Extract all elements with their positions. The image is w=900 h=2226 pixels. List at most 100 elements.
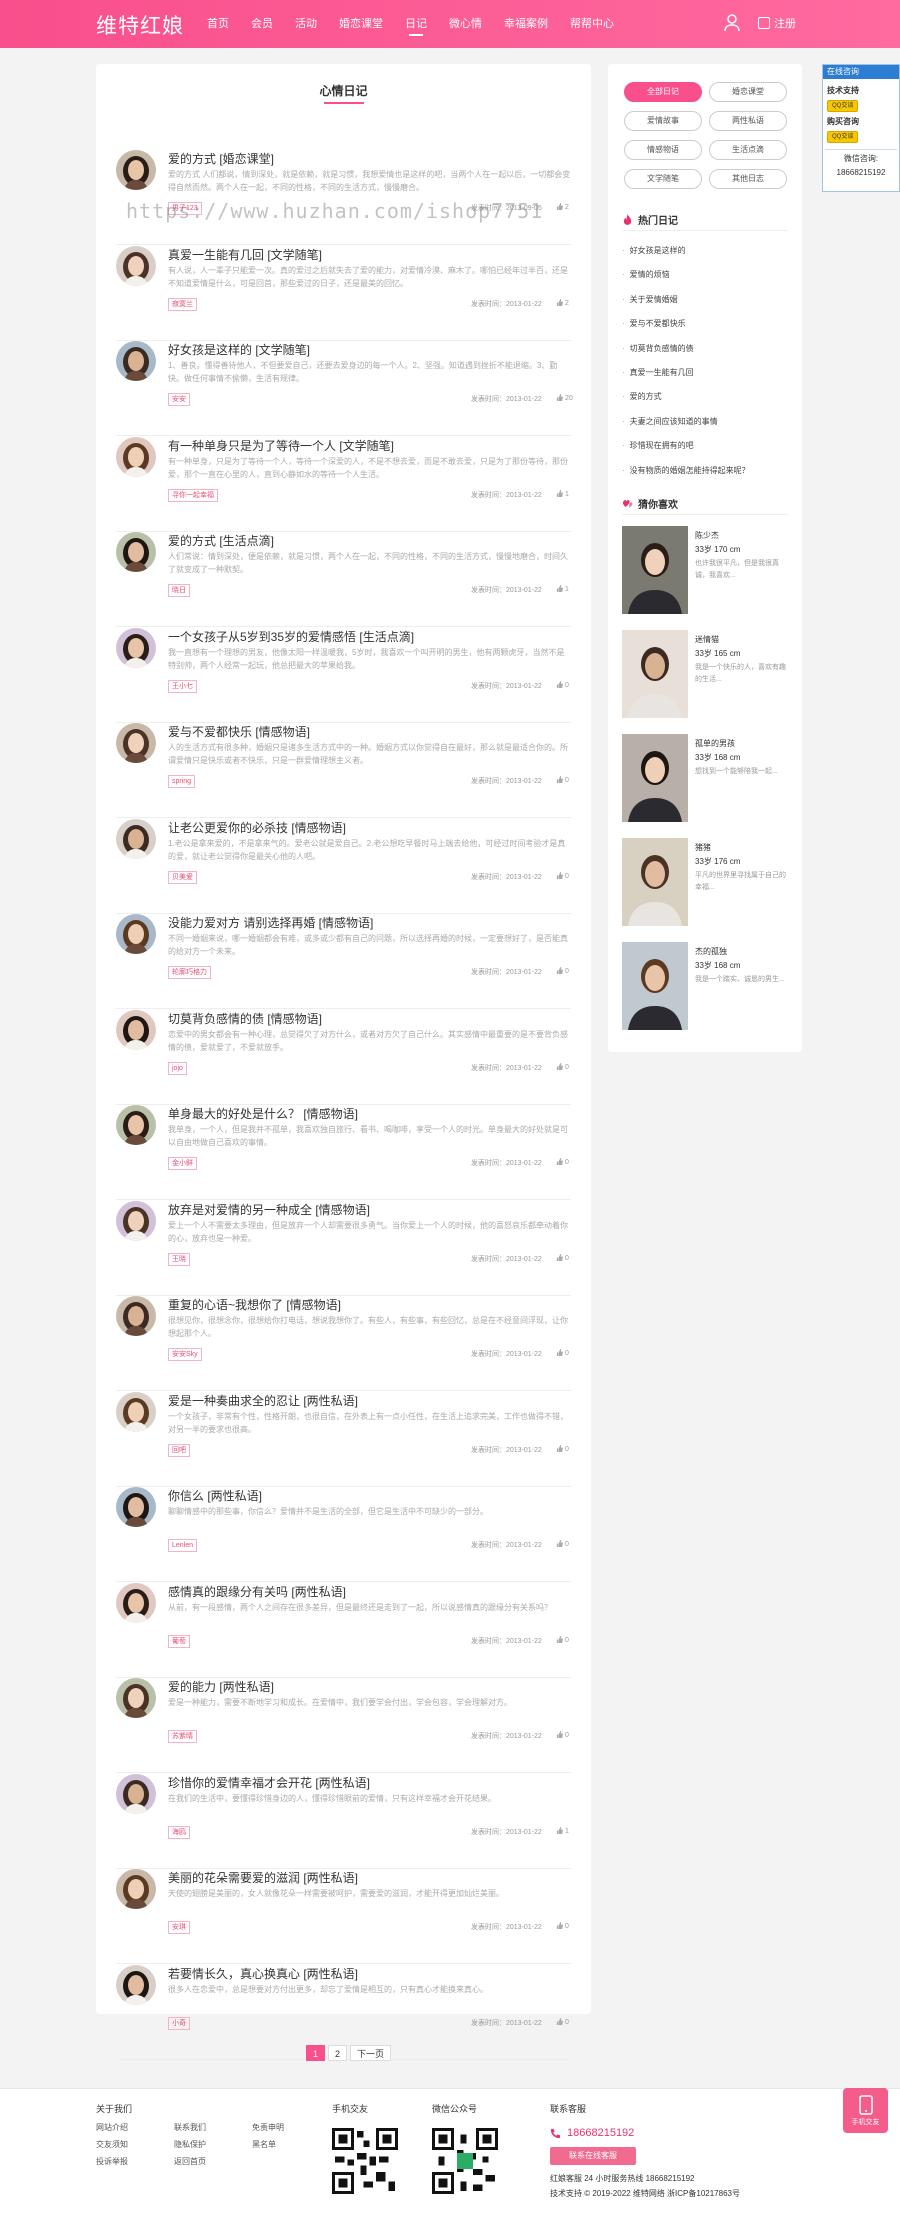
category-button[interactable]: 情感物语 (624, 140, 702, 160)
footer-link[interactable]: 隐私保护 (174, 2139, 206, 2150)
entry-title[interactable]: 若要情长久，真心换真心 [两性私语] (168, 1965, 358, 1982)
author-tag[interactable]: jojo (168, 1061, 187, 1075)
hot-diary-item[interactable]: 没有物质的婚姻怎能持得起来呢？ (622, 465, 788, 476)
footer-link[interactable]: 网站介绍 (96, 2122, 128, 2133)
author-tag[interactable]: 小奇 (168, 2016, 190, 2030)
nav-item[interactable]: 日记 (394, 0, 438, 48)
footer-link[interactable]: 黑名单 (252, 2139, 276, 2150)
member-photo[interactable] (622, 838, 688, 926)
member-name[interactable]: 猪猪 (695, 842, 711, 853)
avatar[interactable] (116, 245, 156, 286)
hot-diary-item[interactable]: 爱与不爱都快乐 (622, 318, 788, 329)
avatar[interactable] (116, 532, 156, 572)
footer-link[interactable]: 投诉举报 (96, 2156, 128, 2167)
entry-title[interactable]: 爱与不爱都快乐 [情感物语] (168, 723, 310, 740)
recommended-member[interactable]: 猪猪 33岁 176 cm 平凡的世界里寻找属于自己的幸福... (622, 838, 788, 926)
entry-title[interactable]: 重复的心语~我想你了 [情感物语] (168, 1296, 341, 1313)
member-name[interactable]: 陈少杰 (695, 530, 719, 541)
recommended-member[interactable]: 孤单的男孩 33岁 168 cm 想找到一个能够陪我一起... (622, 734, 788, 822)
page-1[interactable]: 1 (306, 2045, 326, 2061)
entry-title[interactable]: 单身最大的好处是什么？ [情感物语] (168, 1105, 358, 1122)
avatar[interactable] (116, 436, 156, 477)
avatar[interactable] (116, 1487, 156, 1527)
author-tag[interactable]: 安安Sky (168, 1348, 202, 1361)
nav-item[interactable]: 微心情 (438, 0, 493, 48)
like-count[interactable]: 0 (556, 871, 569, 880)
author-tag[interactable]: 王小七 (168, 679, 197, 693)
footer-link[interactable]: 交友须知 (96, 2139, 128, 2150)
entry-title[interactable]: 爱是一种奏曲求全的忍让 [两性私语] (168, 1392, 358, 1409)
author-tag[interactable]: 轮廓巧格力 (168, 966, 211, 979)
like-count[interactable]: 0 (556, 776, 569, 784)
avatar[interactable] (116, 1391, 156, 1432)
category-button[interactable]: 其他日志 (709, 169, 787, 189)
author-tag[interactable]: 晓日 (168, 584, 190, 597)
like-count[interactable]: 0 (556, 967, 569, 975)
member-name[interactable]: 孤单的男孩 (695, 738, 735, 749)
register-link[interactable]: 注册 (758, 15, 796, 31)
author-tag[interactable]: 安琪 (168, 1921, 190, 1934)
page-2[interactable]: 2 (328, 2045, 348, 2061)
footer-link[interactable]: 免责申明 (252, 2122, 284, 2133)
entry-title[interactable]: 感情真的跟缘分有关吗 [两性私语] (168, 1583, 346, 1600)
avatar[interactable] (116, 1869, 156, 1909)
author-tag[interactable]: Lenlen (168, 1539, 198, 1552)
entry-title[interactable]: 放弃是对爱情的另一种成全 [情感物语] (168, 1201, 370, 1218)
entry-title[interactable]: 爱的能力 [两性私语] (168, 1678, 274, 1695)
avatar[interactable] (116, 1582, 156, 1623)
entry-title[interactable]: 一个女孩子从5岁到35岁的爱情感悟 [生活点滴] (168, 628, 414, 645)
qq-chat-button[interactable]: QQ交谈 (827, 100, 859, 112)
category-button[interactable]: 文学随笔 (624, 169, 702, 189)
like-count[interactable]: 0 (556, 1349, 569, 1357)
avatar[interactable] (116, 1773, 156, 1814)
avatar[interactable] (116, 1105, 156, 1145)
author-tag[interactable]: 海鸥 (168, 1825, 190, 1839)
entry-title[interactable]: 你信么 [两性私语] (168, 1487, 262, 1504)
author-tag[interactable]: 葡萄 (168, 1634, 190, 1648)
avatar[interactable] (116, 1296, 156, 1336)
recommended-member[interactable]: 杰的孤独 33岁 168 cm 我是一个踏实、诚恳的男生... (622, 942, 788, 1030)
hot-diary-item[interactable]: 好女孩是这样的 (622, 245, 788, 256)
category-button[interactable]: 全部日记 (624, 82, 702, 102)
like-count[interactable]: 20 (556, 394, 573, 402)
recommended-member[interactable]: 迷情猫 33岁 165 cm 我是一个快乐的人，喜欢有趣的生活... (622, 630, 788, 718)
like-count[interactable]: 2 (556, 203, 569, 211)
next-page-button[interactable]: 下一页 (350, 2045, 392, 2061)
entry-title[interactable]: 爱的方式 [生活点滴] (168, 532, 274, 549)
member-photo[interactable] (622, 630, 688, 718)
avatar[interactable] (116, 150, 156, 190)
member-photo[interactable] (622, 942, 688, 1030)
author-tag[interactable]: 王晓 (168, 1252, 190, 1266)
hot-diary-item[interactable]: 爱情的烦恼 (622, 269, 788, 280)
nav-item[interactable]: 幸福案例 (493, 0, 559, 48)
hot-diary-item[interactable]: 关于爱情婚姻 (622, 294, 788, 305)
entry-title[interactable]: 美丽的花朵需要爱的滋润 [两性私语] (168, 1869, 358, 1886)
like-count[interactable]: 0 (556, 1922, 569, 1930)
like-count[interactable]: 1 (556, 585, 569, 593)
author-tag[interactable]: 寂寞兰 (168, 297, 197, 311)
like-count[interactable]: 1 (556, 489, 569, 498)
author-tag[interactable]: 贝美爱 (168, 870, 197, 884)
member-name[interactable]: 杰的孤独 (695, 946, 727, 957)
mobile-friend-button[interactable]: 手机交友 (843, 2088, 888, 2133)
hot-diary-item[interactable]: 爱的方式 (622, 391, 788, 402)
entry-title[interactable]: 爱的方式 [婚恋课堂] (168, 150, 274, 167)
avatar[interactable] (116, 341, 156, 381)
author-tag[interactable]: 回吧 (168, 1443, 190, 1457)
hot-diary-item[interactable]: 珍惜现在拥有的吧 (622, 440, 788, 451)
like-count[interactable]: 0 (556, 1540, 569, 1548)
entry-title[interactable]: 珍惜你的爱情幸福才会开花 [两性私语] (168, 1774, 370, 1791)
footer-link[interactable]: 联系我们 (174, 2122, 206, 2133)
avatar[interactable] (116, 1678, 156, 1718)
avatar[interactable] (116, 627, 156, 668)
author-tag[interactable]: 金小鲜 (168, 1157, 197, 1170)
hot-diary-item[interactable]: 切莫背负感情的债 (622, 343, 788, 354)
nav-item[interactable]: 首页 (196, 0, 240, 48)
author-tag[interactable]: 安安 (168, 393, 190, 406)
site-logo[interactable]: 维特红娘 (96, 10, 184, 40)
like-count[interactable]: 0 (556, 1635, 569, 1644)
avatar[interactable] (116, 1009, 156, 1050)
avatar[interactable] (116, 1200, 156, 1241)
nav-item[interactable]: 会员 (240, 0, 284, 48)
member-photo[interactable] (622, 526, 688, 614)
